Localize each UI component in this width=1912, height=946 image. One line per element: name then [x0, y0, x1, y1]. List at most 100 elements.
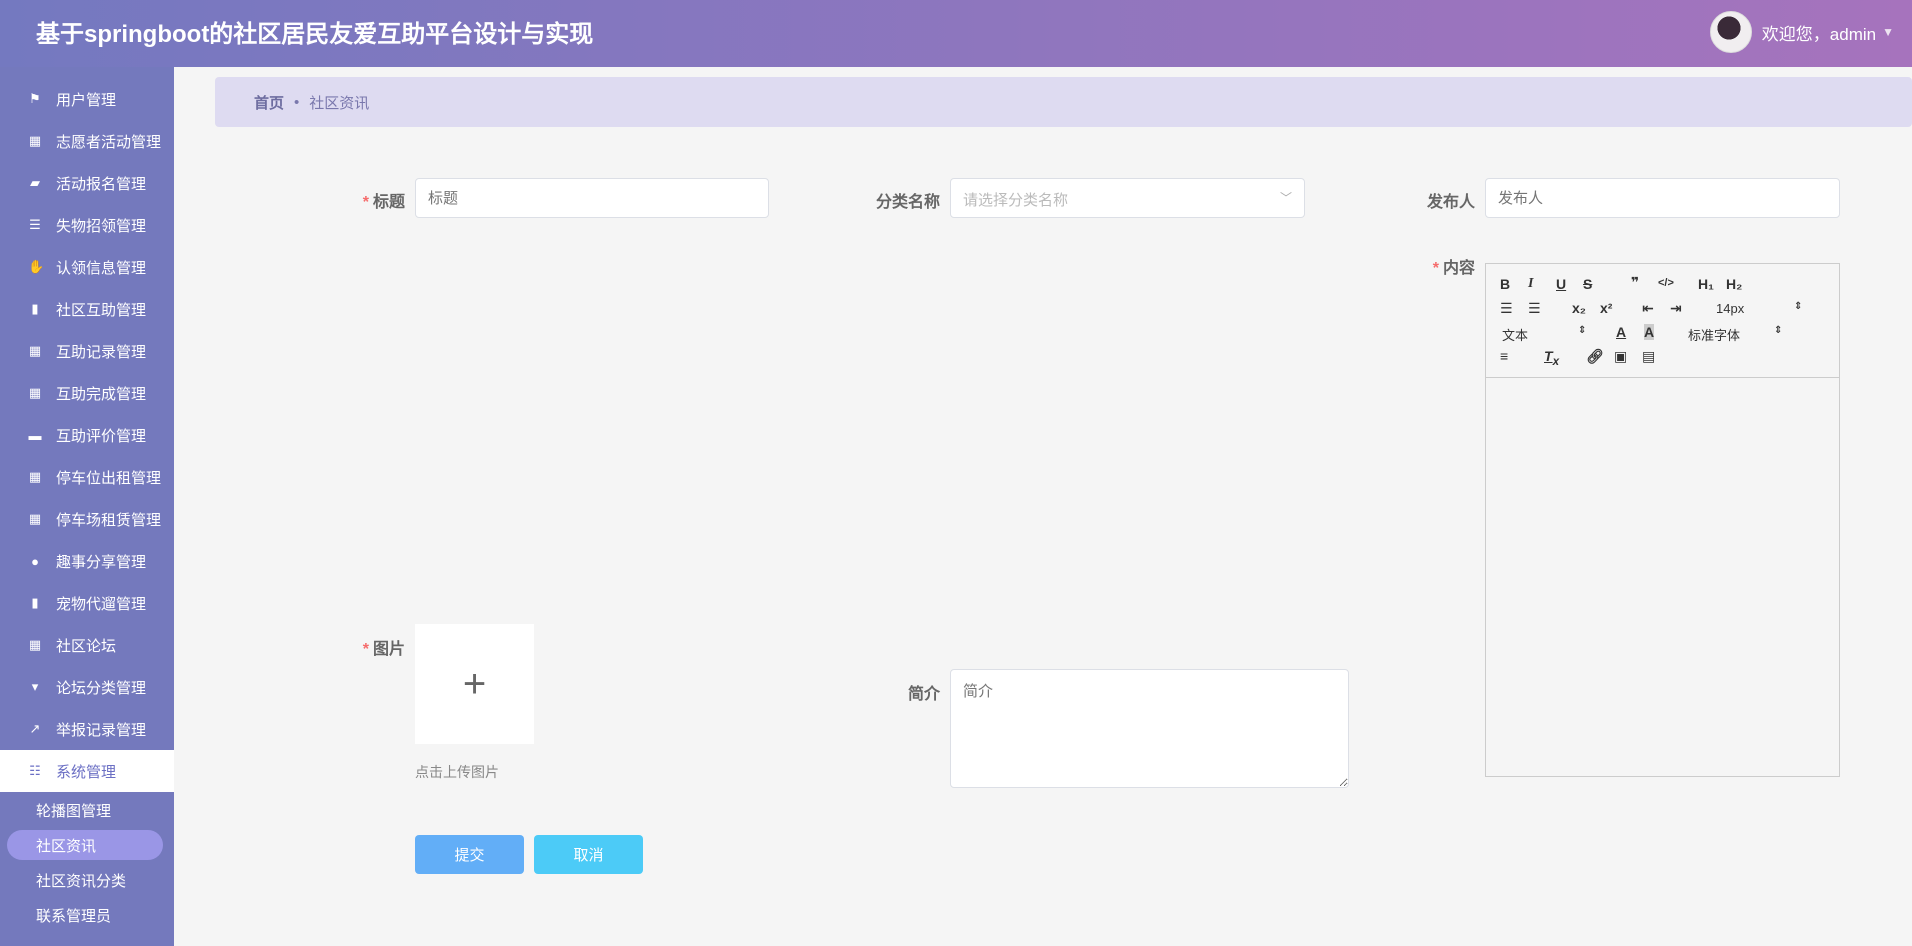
app-title: 基于springboot的社区居民友爱互助平台设计与实现: [36, 21, 594, 48]
sidebar-item-12[interactable]: ▮ 宠物代遛管理: [0, 582, 174, 624]
link-icon[interactable]: 🔗︎: [1586, 348, 1604, 365]
sidebar-item-14[interactable]: ▾ 论坛分类管理: [0, 666, 174, 708]
sidebar-item-16[interactable]: ☷ 系统管理: [0, 750, 174, 792]
video-icon[interactable]: ▤: [1642, 348, 1655, 365]
line-chart-icon: ↗: [29, 721, 41, 736]
editor-toolbar: B I U S ❞ </> H₁ H₂ ☰ ☰ x₂ x² ⇤ ⇥ 14px ⇕…: [1486, 264, 1839, 378]
image-icon[interactable]: ▣: [1614, 348, 1627, 365]
sidebar-item-1[interactable]: ▦ 志愿者活动管理: [0, 120, 174, 162]
h2-icon[interactable]: H₂: [1726, 276, 1742, 292]
italic-icon[interactable]: I: [1528, 276, 1533, 292]
select-arrows-icon: ⇕: [1794, 301, 1803, 312]
submit-button[interactable]: 提交: [415, 835, 524, 874]
grid-icon: ▦: [28, 511, 42, 526]
header-select[interactable]: 文本: [1502, 325, 1528, 344]
sidebar-item-2[interactable]: ▰ 活动报名管理: [0, 162, 174, 204]
pin-icon: ▾: [31, 679, 39, 694]
title-label: * 标题: [362, 194, 405, 211]
sidebar-item-label: 宠物代遛管理: [56, 595, 147, 613]
code-icon[interactable]: </>: [1658, 277, 1674, 289]
clear-format-icon[interactable]: Tx: [1544, 348, 1559, 368]
breadcrumb-home[interactable]: 首页: [254, 92, 284, 113]
cancel-button[interactable]: 取消: [534, 835, 643, 874]
sidebar-item-label: 活动报名管理: [56, 175, 147, 193]
ordered-list-icon[interactable]: ☰: [1500, 300, 1513, 317]
sidebar-item-8[interactable]: ▬ 互助评价管理: [0, 414, 174, 456]
breadcrumb-current: 社区资讯: [309, 94, 370, 112]
breadcrumb-separator: •: [294, 93, 300, 111]
sidebar-item-label: 系统管理: [56, 763, 117, 781]
header: 基于springboot的社区居民友爱互助平台设计与实现 欢迎您，admin ▼: [0, 0, 1912, 67]
strike-icon[interactable]: S: [1583, 276, 1592, 292]
grid-icon: ▦: [28, 133, 42, 148]
sidebar-item-3[interactable]: ☰ 失物招领管理: [0, 204, 174, 246]
sidebar-item-0[interactable]: ⚑ 用户管理: [0, 78, 174, 120]
sidebar-subitem-3[interactable]: 联系管理员: [36, 905, 111, 926]
image-label: * 图片: [362, 641, 405, 658]
sidebar-item-label: 互助记录管理: [56, 343, 147, 361]
caret-down-icon: ▼: [1882, 25, 1894, 39]
upload-hint: 点击上传图片: [415, 764, 499, 780]
sidebar-item-7[interactable]: ▦ 互助完成管理: [0, 372, 174, 414]
sidebar-item-label: 论坛分类管理: [56, 679, 147, 697]
welcome-text: 欢迎您，admin: [1761, 24, 1877, 44]
breadcrumb: 首页 • 社区资讯: [215, 77, 1912, 127]
sidebar-item-label: 社区互助管理: [56, 301, 147, 319]
sidebar-item-label: 失物招领管理: [56, 217, 147, 235]
grid-icon: ▦: [28, 385, 42, 400]
grid-icon: ▦: [28, 469, 42, 484]
summary-textarea[interactable]: [950, 669, 1349, 788]
flag-icon: ⚑: [29, 91, 41, 106]
sidebar-item-4[interactable]: ✋ 认领信息管理: [0, 246, 174, 288]
card-icon: ▬: [28, 427, 42, 443]
briefcase-icon: ▰: [30, 175, 40, 190]
sidebar-subitem-1[interactable]: 社区资讯: [36, 835, 96, 856]
sidebar-item-6[interactable]: ▦ 互助记录管理: [0, 330, 174, 372]
sidebar-item-9[interactable]: ▦ 停车位出租管理: [0, 456, 174, 498]
blockquote-icon[interactable]: ❞: [1631, 274, 1639, 291]
sidebar-item-label: 举报记录管理: [56, 721, 147, 739]
font-color-icon[interactable]: A: [1616, 324, 1626, 340]
sidebar-subitem-2[interactable]: 社区资讯分类: [36, 870, 126, 891]
sidebar-subitem-0[interactable]: 轮播图管理: [36, 800, 111, 821]
sidebar-item-label: 停车场租赁管理: [56, 511, 162, 529]
bullet-list-icon[interactable]: ☰: [1528, 300, 1541, 317]
align-icon[interactable]: ≡: [1500, 348, 1508, 364]
summary-label: 简介: [907, 686, 940, 703]
content-label: * 内容: [1432, 260, 1475, 277]
image-upload[interactable]: +: [415, 624, 534, 744]
font-family-select[interactable]: 标准字体: [1688, 325, 1740, 344]
sidebar-item-label: 互助评价管理: [56, 427, 147, 445]
chevron-down-icon: ﹀: [1279, 191, 1292, 205]
sidebar-item-label: 用户管理: [56, 91, 117, 109]
select-arrows-icon: ⇕: [1774, 325, 1783, 336]
category-select[interactable]: 请选择分类名称 ﹀: [950, 178, 1305, 218]
sidebar-item-label: 认领信息管理: [56, 259, 147, 277]
indent-icon[interactable]: ⇥: [1670, 300, 1682, 317]
h1-icon[interactable]: H₁: [1698, 276, 1714, 292]
clipboard-icon: ▮: [31, 301, 39, 316]
underline-icon[interactable]: U: [1556, 276, 1566, 292]
sidebar-item-15[interactable]: ↗ 举报记录管理: [0, 708, 174, 750]
rich-text-editor: B I U S ❞ </> H₁ H₂ ☰ ☰ x₂ x² ⇤ ⇥ 14px ⇕…: [1485, 263, 1840, 777]
background-color-icon[interactable]: A: [1644, 324, 1655, 340]
sidebar-item-label: 志愿者活动管理: [56, 133, 162, 151]
font-size-select[interactable]: 14px: [1716, 301, 1744, 316]
bold-icon[interactable]: B: [1500, 276, 1510, 292]
sidebar-item-label: 互助完成管理: [56, 385, 147, 403]
subscript-icon[interactable]: x₂: [1572, 300, 1586, 316]
sidebar-item-11[interactable]: ● 趣事分享管理: [0, 540, 174, 582]
publisher-input[interactable]: [1485, 178, 1840, 218]
sidebar-item-label: 趣事分享管理: [56, 553, 147, 571]
category-placeholder: 请选择分类名称: [963, 192, 1069, 209]
user-menu[interactable]: 欢迎您，admin ▼: [1709, 11, 1894, 53]
list-icon: ☰: [29, 217, 41, 232]
title-input[interactable]: [415, 178, 769, 218]
sidebar-item-13[interactable]: ▦ 社区论坛: [0, 624, 174, 666]
superscript-icon[interactable]: x²: [1600, 300, 1612, 316]
hand-icon: ✋: [28, 259, 45, 274]
outdent-icon[interactable]: ⇤: [1642, 300, 1654, 317]
sidebar-item-10[interactable]: ▦ 停车场租赁管理: [0, 498, 174, 540]
sidebar-item-5[interactable]: ▮ 社区互助管理: [0, 288, 174, 330]
bar-chart-icon: ▮: [31, 595, 39, 610]
